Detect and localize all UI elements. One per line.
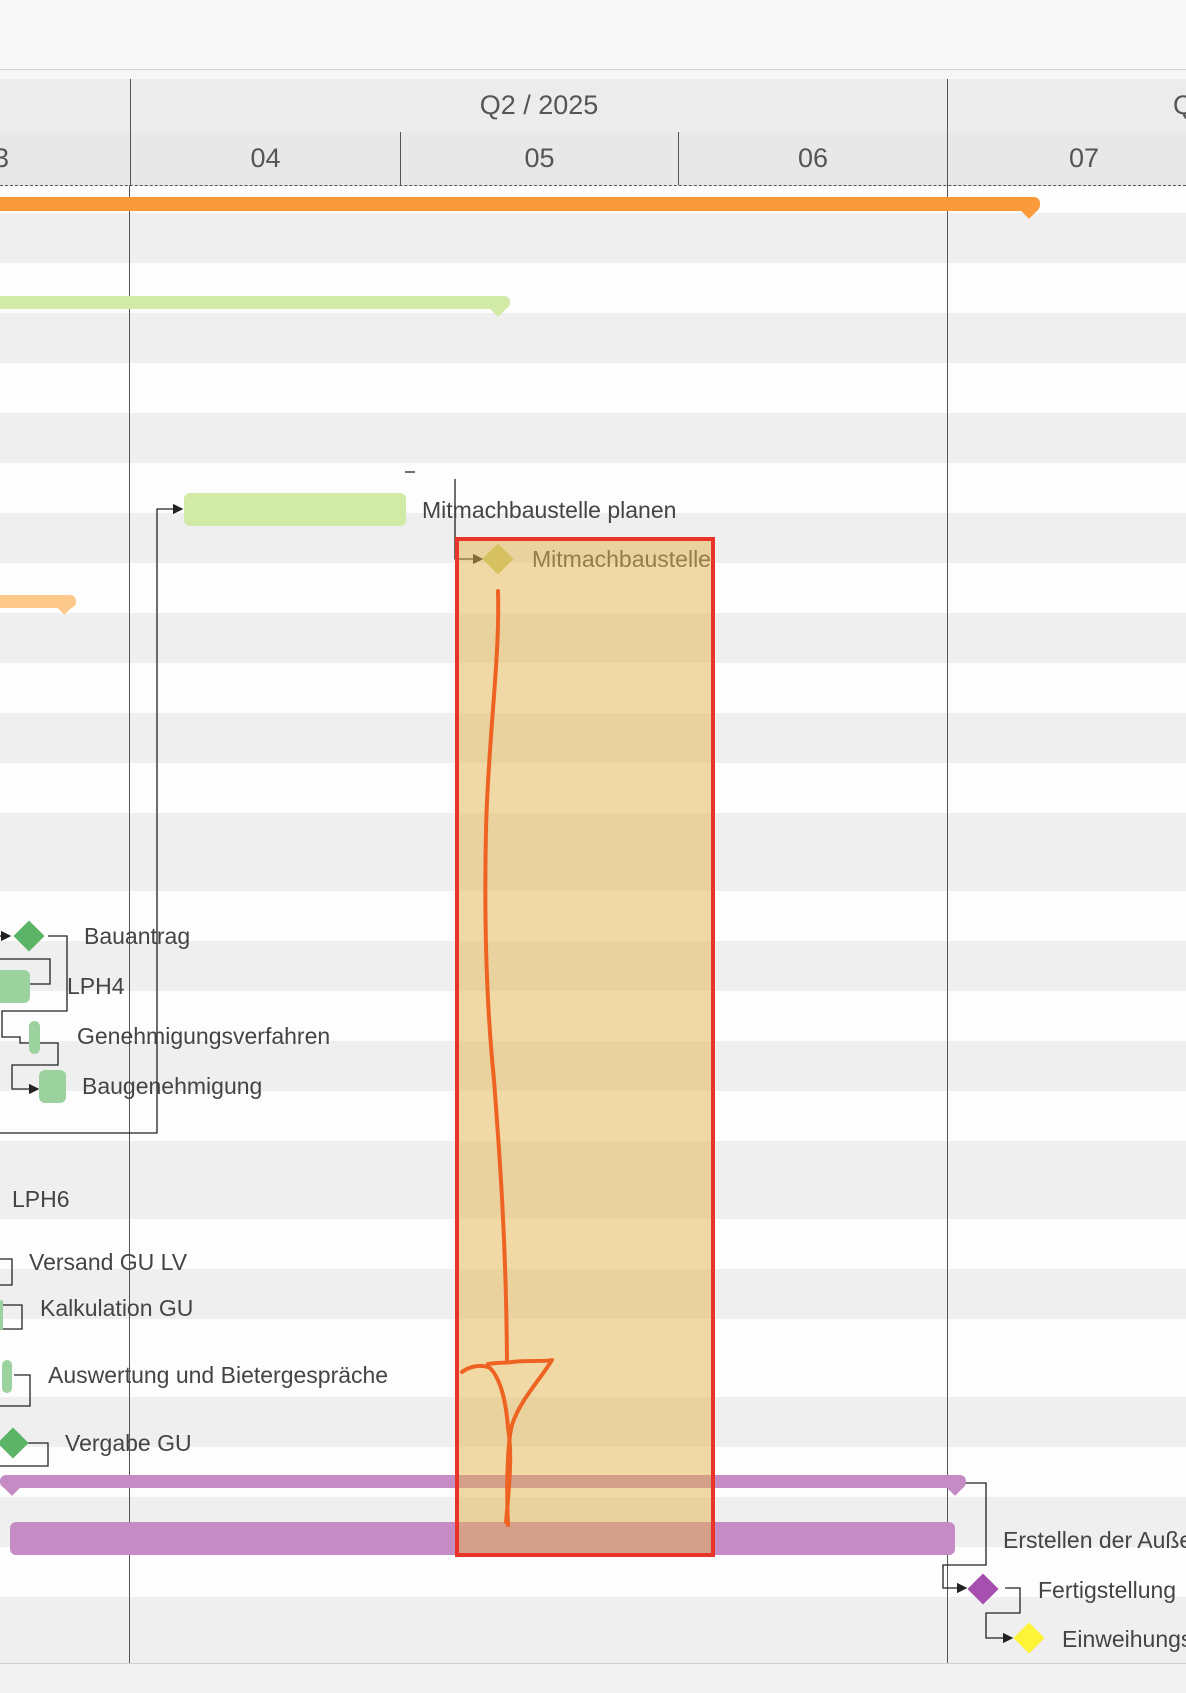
task-label-auswertung: Auswertung und Bietergespräche (48, 1362, 389, 1388)
horizontal-scrollbar[interactable] (0, 1663, 1186, 1693)
task-label-fertigstellung: Fertigstellung (1038, 1577, 1177, 1603)
task-label-lph6: LPH6 (12, 1186, 70, 1212)
summary-bar-purple[interactable] (0, 1475, 966, 1488)
task-label-vergabe-gu: Vergabe GU (65, 1430, 192, 1456)
task-label-baugenehmigung: Baugenehmigung (82, 1073, 263, 1099)
task-bar-auswertung[interactable] (2, 1360, 12, 1393)
task-label-lph4: LPH4 (67, 973, 125, 999)
task-bar-genehmigungsverfahren[interactable] (29, 1021, 40, 1054)
task-label-versand-gu-lv: Versand GU LV (29, 1249, 188, 1275)
gantt-chart: Q2 / 2025 Q 3 04 05 06 07 Mitmachbaustel… (0, 79, 1186, 1663)
task-label-mitmachbaustelle: Mitmachbaustelle (532, 546, 711, 572)
task-label-mitmachbaustelle-planen: Mitmachbaustelle planen (422, 497, 677, 523)
task-bar-erstellen[interactable] (10, 1522, 955, 1555)
task-label-bauantrag: Bauantrag (84, 923, 191, 949)
task-label-genehmigungsverfahren: Genehmigungsverfahren (77, 1023, 331, 1049)
summary-bar-orange[interactable] (0, 197, 1040, 211)
task-bar-kalkulation-gu[interactable] (0, 1300, 3, 1330)
task-bar-baugenehmigung[interactable] (39, 1070, 66, 1103)
task-bar-mitmachbaustelle-planen[interactable] (184, 493, 406, 526)
dependency-connectors (0, 471, 1021, 1644)
toolbar-area (0, 0, 1186, 70)
task-bar-lph4[interactable] (0, 970, 30, 1003)
task-label-einweihung: Einweihungs (1062, 1626, 1186, 1652)
summary-bar-light-green[interactable] (0, 296, 510, 309)
task-label-erstellen: Erstellen der Auße (1003, 1527, 1186, 1553)
task-label-kalkulation-gu: Kalkulation GU (40, 1295, 194, 1321)
